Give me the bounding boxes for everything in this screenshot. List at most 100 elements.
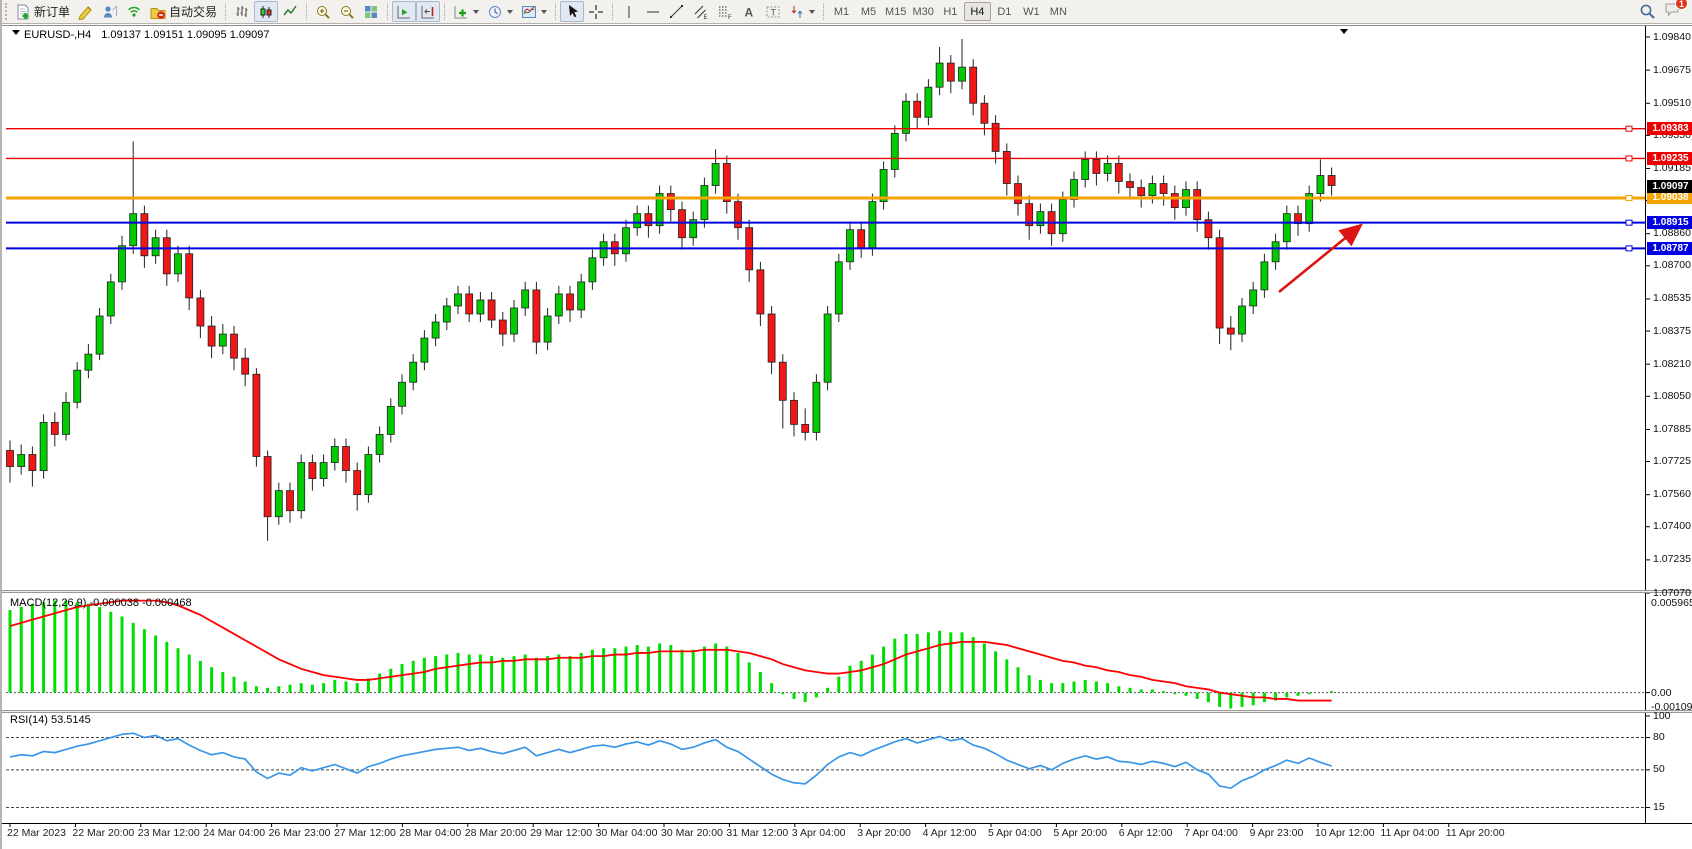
timeframe-h1-button[interactable]: H1: [937, 2, 964, 21]
notification-badge: 1: [1675, 0, 1688, 10]
candle: [264, 457, 271, 517]
macd-panel-divider[interactable]: [2, 590, 1692, 593]
timeframe-mn-button[interactable]: MN: [1045, 2, 1072, 21]
auto-trading-icon: [150, 4, 166, 20]
fibonacci-button[interactable]: F: [713, 1, 737, 22]
line-price-tag: 1.09038: [1647, 191, 1692, 204]
candle: [1104, 163, 1111, 173]
line-handle[interactable]: [1626, 126, 1632, 131]
timeframe-w1-button[interactable]: W1: [1018, 2, 1045, 21]
timeframe-m15-button[interactable]: M15: [882, 2, 909, 21]
macd-zero-label: 0.00: [1651, 687, 1671, 699]
line-price-tag: 1.08787: [1647, 242, 1692, 255]
svg-text:T: T: [771, 7, 777, 17]
periods-button[interactable]: [483, 1, 517, 22]
candle: [477, 300, 484, 314]
candle: [331, 446, 338, 462]
candle: [186, 254, 193, 298]
zoom-in-button[interactable]: [311, 1, 335, 22]
candle: [63, 402, 70, 434]
template-chart-icon: [521, 4, 537, 20]
candle: [1059, 200, 1066, 234]
timeframe-m1-button[interactable]: M1: [828, 2, 855, 21]
candle: [466, 294, 473, 314]
candle: [421, 338, 428, 362]
candle: [432, 322, 439, 338]
timeframe-h4-button[interactable]: H4: [964, 2, 991, 21]
vertical-line-icon: [621, 4, 637, 20]
timeframe-m5-button[interactable]: M5: [855, 2, 882, 21]
toolbar-separator: [444, 3, 445, 20]
fibonacci-icon: F: [717, 4, 733, 20]
time-label: 5 Apr 20:00: [1053, 827, 1107, 839]
vertical-line-button[interactable]: [617, 1, 641, 22]
new-order-label: 新订单: [34, 3, 70, 20]
candle: [354, 471, 361, 495]
time-label: 28 Mar 04:00: [399, 827, 461, 839]
chart-shift-button[interactable]: [416, 1, 440, 22]
text-button[interactable]: A: [737, 1, 761, 22]
arrows-button[interactable]: [785, 1, 819, 22]
candle: [85, 354, 92, 370]
add-indicator-icon: [453, 4, 469, 20]
chart-menu-arrow-icon[interactable]: [12, 30, 20, 35]
crosshair-button[interactable]: [584, 1, 608, 22]
zoom-out-button[interactable]: [335, 1, 359, 22]
candle: [287, 491, 294, 511]
cursor-button[interactable]: [560, 1, 584, 22]
candle: [175, 254, 182, 274]
timeframe-m30-button[interactable]: M30: [909, 2, 936, 21]
candle: [791, 400, 798, 424]
line-handle[interactable]: [1626, 246, 1632, 251]
trendline-button[interactable]: [665, 1, 689, 22]
candle: [365, 455, 372, 495]
line-chart-button[interactable]: [278, 1, 302, 22]
toolbar-separator: [387, 3, 388, 20]
one-click-trading-arrow-icon[interactable]: [1340, 29, 1348, 34]
candle: [1115, 163, 1122, 181]
horizontal-line-button[interactable]: [641, 1, 665, 22]
line-handle[interactable]: [1626, 220, 1632, 225]
candlestick-chart-button[interactable]: [254, 1, 278, 22]
chart-canvas[interactable]: [2, 0, 1692, 849]
toolbar-grip[interactable]: [5, 3, 8, 20]
notifications-button[interactable]: 1: [1664, 1, 1682, 22]
time-label: 30 Mar 04:00: [596, 827, 658, 839]
candle: [936, 63, 943, 87]
profiles-button[interactable]: [98, 1, 122, 22]
equidistant-channel-button[interactable]: E: [689, 1, 713, 22]
line-handle[interactable]: [1626, 195, 1632, 200]
auto-trading-button[interactable]: 自动交易: [146, 1, 221, 22]
styler-button[interactable]: [74, 1, 98, 22]
channel-icon: E: [693, 4, 709, 20]
candle: [858, 230, 865, 248]
candle: [1082, 159, 1089, 179]
clock-icon: [487, 4, 503, 20]
tile-windows-button[interactable]: [359, 1, 383, 22]
time-label: 4 Apr 12:00: [923, 827, 977, 839]
candle: [253, 374, 260, 456]
toolbar-separator: [555, 3, 556, 20]
crayon-icon: [78, 4, 94, 20]
candle: [768, 314, 775, 362]
timeframe-d1-button[interactable]: D1: [991, 2, 1018, 21]
signals-button[interactable]: [122, 1, 146, 22]
auto-scroll-button[interactable]: [392, 1, 416, 22]
candle: [1138, 188, 1145, 196]
time-label: 10 Apr 12:00: [1315, 827, 1375, 839]
candle: [735, 202, 742, 228]
candle: [567, 294, 574, 310]
candle: [1250, 290, 1257, 306]
candle: [141, 214, 148, 256]
search-icon[interactable]: [1639, 3, 1656, 20]
new-order-button[interactable]: 新订单: [11, 1, 74, 22]
rsi-panel-divider[interactable]: [2, 710, 1692, 713]
candle: [1015, 184, 1022, 204]
indicators-button[interactable]: [449, 1, 483, 22]
arrow-annotation[interactable]: [1279, 226, 1360, 292]
label-button[interactable]: T: [761, 1, 785, 22]
bar-chart-button[interactable]: [230, 1, 254, 22]
line-handle[interactable]: [1626, 156, 1632, 161]
tile-windows-icon: [363, 4, 379, 20]
templates-button[interactable]: [517, 1, 551, 22]
